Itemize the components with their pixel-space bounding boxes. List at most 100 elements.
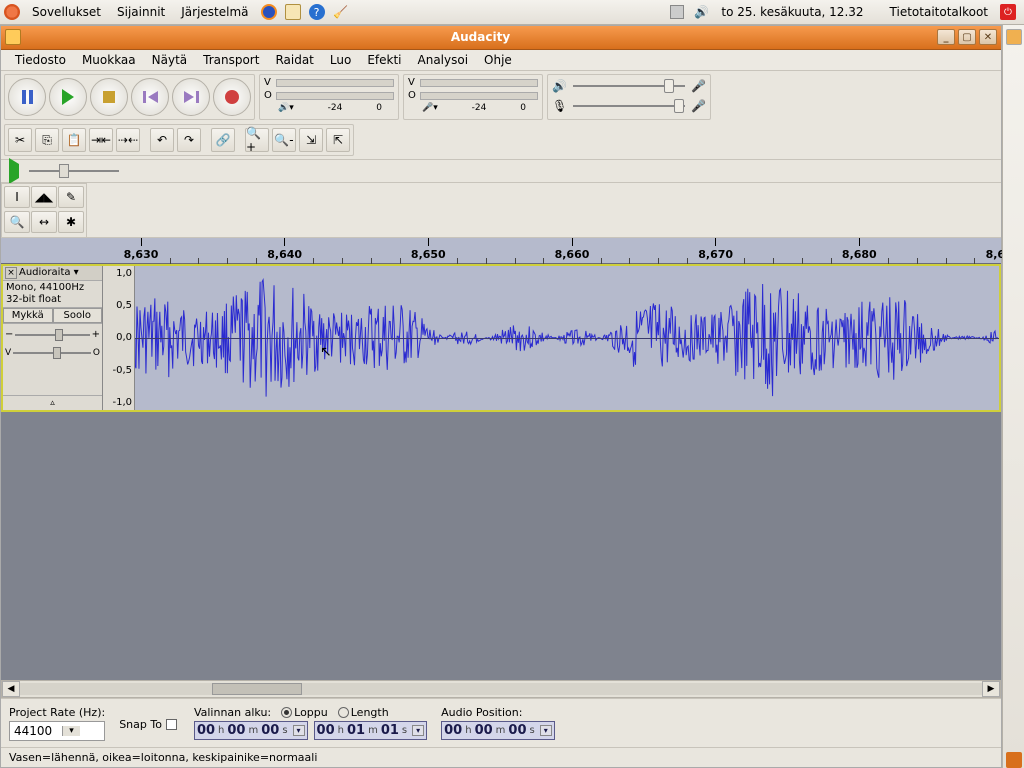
skip-end-button[interactable]: [172, 78, 210, 116]
empty-track-space[interactable]: [1, 412, 1001, 680]
trim-button[interactable]: ⇥⇤: [89, 128, 113, 152]
maximize-button[interactable]: ▢: [958, 29, 976, 45]
track-dropdown[interactable]: Audioraita ▾: [19, 267, 100, 278]
net-icon[interactable]: [668, 3, 686, 21]
output-meter-left[interactable]: [276, 79, 394, 87]
speaker-slider-icon: 🔊: [552, 79, 567, 93]
menu-file[interactable]: Tiedosto: [7, 51, 74, 69]
sync-lock-button[interactable]: 🔗: [211, 128, 235, 152]
menu-tracks[interactable]: Raidat: [267, 51, 321, 69]
zoom-tool[interactable]: 🔍: [4, 211, 30, 233]
transport-toolbar: [4, 74, 255, 120]
copy-button[interactable]: ⎘: [35, 128, 59, 152]
user-menu[interactable]: Tietotaitotalkoot: [882, 3, 996, 21]
horizontal-scrollbar[interactable]: ◀ ▶: [1, 680, 1001, 698]
zoom-out-button[interactable]: 🔍-: [272, 128, 296, 152]
skip-start-button[interactable]: [131, 78, 169, 116]
record-button[interactable]: [213, 78, 251, 116]
timeline-ruler[interactable]: 8,6308,6408,6508,6608,6708,6808,690: [1, 238, 1001, 264]
length-radio[interactable]: [338, 707, 349, 718]
project-rate-dropdown[interactable]: ▾: [62, 726, 80, 736]
track-control-panel[interactable]: × Audioraita ▾ Mono, 44100Hz 32-bit floa…: [3, 266, 103, 410]
clock[interactable]: to 25. kesäkuuta, 12.32: [713, 3, 871, 21]
mute-button[interactable]: Mykkä: [3, 308, 53, 323]
edit-toolbar: ✂ ⎘ 📋 ⇥⇤ ⇢⇠ ↶ ↷ 🔗 🔍+ 🔍- ⇲ ⇱: [4, 124, 354, 156]
panel-audacity-icon[interactable]: [1006, 29, 1022, 45]
menubar: Tiedosto Muokkaa Näytä Transport Raidat …: [1, 50, 1001, 72]
gnome-menu-system[interactable]: Järjestelmä: [173, 3, 256, 21]
snap-checkbox[interactable]: [166, 719, 177, 730]
scroll-right-button[interactable]: ▶: [982, 681, 1000, 697]
menu-edit[interactable]: Muokkaa: [74, 51, 144, 69]
project-rate-label: Project Rate (Hz):: [9, 706, 105, 719]
window-titlebar[interactable]: Audacity _ ▢ ✕: [1, 26, 1001, 50]
multi-tool[interactable]: ✱: [58, 211, 84, 233]
selection-start-timecode[interactable]: 00h 00m 00s ▾: [194, 721, 308, 740]
zoom-fit-button[interactable]: ⇱: [326, 128, 350, 152]
scroll-thumb[interactable]: [212, 683, 302, 695]
menu-generate[interactable]: Luo: [322, 51, 359, 69]
mail-icon[interactable]: [284, 3, 302, 21]
project-rate-combo[interactable]: ▾: [9, 721, 105, 741]
envelope-tool[interactable]: ◢◣: [31, 186, 57, 208]
input-meter-right[interactable]: [420, 92, 538, 100]
minimize-button[interactable]: _: [937, 29, 955, 45]
window-title: Audacity: [27, 30, 934, 44]
selection-end-timecode[interactable]: 00h 01m 01s ▾: [314, 721, 428, 740]
play-at-speed-button[interactable]: [5, 164, 23, 178]
cut-button[interactable]: ✂: [8, 128, 32, 152]
stop-button[interactable]: [90, 78, 128, 116]
mic-slider-icon: 🎤: [691, 79, 706, 93]
output-volume-slider[interactable]: [569, 77, 689, 95]
redo-button[interactable]: ↷: [177, 128, 201, 152]
menu-analyze[interactable]: Analysoi: [410, 51, 477, 69]
play-button[interactable]: [49, 78, 87, 116]
undo-button[interactable]: ↶: [150, 128, 174, 152]
menu-effect[interactable]: Efekti: [359, 51, 409, 69]
pan-slider[interactable]: [13, 346, 91, 360]
trash-icon[interactable]: [1006, 752, 1022, 768]
ubuntu-logo-icon[interactable]: [4, 4, 20, 20]
track-area: × Audioraita ▾ Mono, 44100Hz 32-bit floa…: [1, 264, 1001, 412]
zoom-sel-button[interactable]: ⇲: [299, 128, 323, 152]
paste-button[interactable]: 📋: [62, 128, 86, 152]
speaker-icon: 🔊▾: [278, 103, 294, 113]
end-radio[interactable]: [281, 707, 292, 718]
draw-tool[interactable]: ✎: [58, 186, 84, 208]
output-meter-right[interactable]: [276, 92, 394, 100]
snap-label: Snap To: [119, 718, 162, 731]
track-collapse[interactable]: ▵: [3, 395, 102, 410]
mic-icon: 🎤▾: [422, 103, 438, 113]
selection-tool[interactable]: I: [4, 186, 30, 208]
scroll-left-button[interactable]: ◀: [2, 681, 20, 697]
track-vertical-scale[interactable]: 1,0 0,5 0,0 -0,5 -1,0: [103, 266, 135, 410]
firefox-icon[interactable]: [260, 3, 278, 21]
menu-view[interactable]: Näytä: [144, 51, 196, 69]
audacity-window: Audacity _ ▢ ✕ Tiedosto Muokkaa Näytä Tr…: [0, 25, 1002, 768]
help-icon[interactable]: ?: [308, 3, 326, 21]
output-meter-ticks: 🔊▾ -24 0: [264, 103, 394, 113]
track-close-button[interactable]: ×: [5, 267, 17, 279]
audio-position-timecode[interactable]: 00h 00m 00s ▾: [441, 721, 555, 740]
input-volume-slider[interactable]: [569, 97, 689, 115]
play-speed-slider[interactable]: [29, 162, 119, 180]
input-meter-left[interactable]: [420, 79, 538, 87]
gnome-menu-places[interactable]: Sijainnit: [109, 3, 173, 21]
statusbar: Vasen=lähennä, oikea=loitonna, keskipain…: [1, 747, 1001, 767]
gnome-menu-apps[interactable]: Sovellukset: [24, 3, 109, 21]
close-button[interactable]: ✕: [979, 29, 997, 45]
waveform-display[interactable]: ↖: [135, 266, 999, 410]
gain-slider[interactable]: [15, 328, 89, 342]
solo-button[interactable]: Soolo: [53, 308, 103, 323]
pause-button[interactable]: [8, 78, 46, 116]
zoom-in-button[interactable]: 🔍+: [245, 128, 269, 152]
mic-icon-2: 🎤: [691, 99, 706, 113]
volume-tray-icon[interactable]: 🔊: [692, 3, 710, 21]
broom-icon[interactable]: 🧹: [332, 3, 350, 21]
menu-help[interactable]: Ohje: [476, 51, 520, 69]
timeshift-tool[interactable]: ↔: [31, 211, 57, 233]
logout-icon[interactable]: ⏻: [999, 3, 1017, 21]
silence-button[interactable]: ⇢⇠: [116, 128, 140, 152]
project-rate-input[interactable]: [10, 724, 62, 738]
menu-transport[interactable]: Transport: [195, 51, 267, 69]
